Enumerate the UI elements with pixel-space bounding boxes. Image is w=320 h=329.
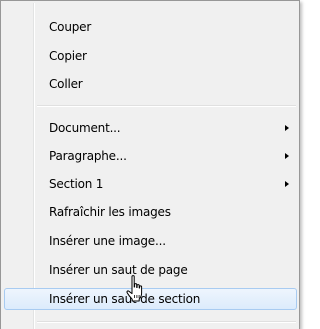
menu-item-refresh-images[interactable]: Rafraîchir les images [4,201,297,223]
menu-item-label: Insérer une image... [49,234,166,248]
menu-item-paragraph[interactable]: Paragraphe... [4,145,297,167]
menu-item-section[interactable]: Section 1 [4,173,297,195]
menu-item-label: Rafraîchir les images [49,205,171,219]
menu-separator [37,321,296,323]
context-menu: Couper Copier Coller Document... Paragra… [0,0,300,329]
menu-item-label: Copier [49,49,87,63]
menu-item-insert-image[interactable]: Insérer une image... [4,230,297,252]
menu-item-document[interactable]: Document... [4,117,297,139]
menu-item-label: Document... [49,121,121,135]
menu-separator [37,105,296,107]
menu-item-insert-page-break[interactable]: Insérer un saut de page [4,259,297,281]
hand-pointer-cursor [126,275,143,302]
chevron-right-icon [285,181,289,187]
menu-item-insert-section-break[interactable]: Insérer un saut de section [4,288,297,310]
menu-item-label: Section 1 [49,177,104,191]
menu-item-copy[interactable]: Copier [4,45,297,67]
menu-item-paste[interactable]: Coller [4,73,297,95]
menu-item-label: Couper [49,20,92,34]
chevron-right-icon [285,125,289,131]
menu-item-label: Paragraphe... [49,149,127,163]
chevron-right-icon [285,153,289,159]
menu-item-label: Insérer un saut de page [49,263,188,277]
menu-item-label: Coller [49,77,83,91]
menu-item-cut[interactable]: Couper [4,16,297,38]
